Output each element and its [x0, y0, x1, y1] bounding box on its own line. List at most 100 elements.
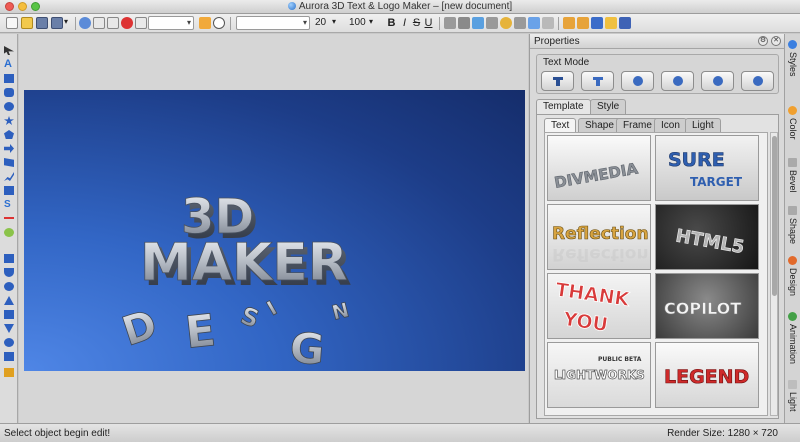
path-tool-icon[interactable]: [4, 186, 14, 195]
template-thumb[interactable]: SURE TARGET: [655, 135, 759, 201]
3d-text-scene[interactable]: 3D MAKER 3D MAKER D E S IGN: [24, 90, 525, 371]
template-thumb[interactable]: HTML5: [655, 204, 759, 270]
subtab-light[interactable]: Light: [685, 118, 721, 132]
undo-icon[interactable]: [79, 17, 91, 29]
text-mode-flat-button[interactable]: [541, 71, 574, 91]
font-size-field[interactable]: 20: [312, 16, 330, 30]
align-right-icon[interactable]: [472, 17, 484, 29]
bold-button[interactable]: B: [386, 17, 397, 29]
layer-icon[interactable]: [542, 17, 554, 29]
s-shape-tool-icon[interactable]: S: [4, 200, 14, 210]
special-tool-icon[interactable]: [4, 368, 14, 377]
template-thumb[interactable]: PUBLIC BETA LIGHTWORKS: [547, 342, 651, 408]
torus-tool-icon[interactable]: [4, 310, 14, 319]
text-mode-circle-icon: [673, 76, 683, 86]
select-arrow-icon[interactable]: [4, 46, 14, 55]
rounded-rect-tool-icon[interactable]: [4, 88, 14, 97]
align-left-icon[interactable]: [444, 17, 456, 29]
canvas-area[interactable]: 3D MAKER 3D MAKER DESIGN: [19, 34, 528, 423]
image-icon[interactable]: [528, 17, 540, 29]
tab-template[interactable]: Template: [536, 99, 591, 114]
template-preview: Reflection Reflection: [552, 224, 649, 264]
vtab-design[interactable]: Design: [785, 256, 800, 312]
tab-style[interactable]: Style: [590, 99, 627, 114]
edit-icon[interactable]: [135, 17, 147, 29]
pen-tool-icon[interactable]: [4, 172, 14, 181]
strikethrough-button[interactable]: S: [411, 17, 422, 29]
text-orientation-icon[interactable]: [563, 17, 575, 29]
shape-tool-icon[interactable]: [4, 158, 14, 167]
play-icon[interactable]: [213, 17, 225, 29]
vtab-color[interactable]: Color: [785, 106, 800, 154]
scrollbar-thumb[interactable]: [772, 136, 777, 296]
distribute-icon[interactable]: [486, 17, 498, 29]
save-menu-chevron-icon[interactable]: ▾: [64, 17, 72, 29]
vtab-shape[interactable]: Shape: [785, 206, 800, 254]
save-icon[interactable]: [36, 17, 48, 29]
gallery-scrollbar[interactable]: [770, 132, 778, 416]
template-thumb[interactable]: Reflection Reflection: [547, 204, 651, 270]
template-preview: LEGEND: [664, 366, 750, 389]
settings-icon[interactable]: ⚙: [758, 36, 768, 46]
template-thumb[interactable]: THANK YOU: [547, 273, 651, 339]
vtab-bevel[interactable]: Bevel: [785, 158, 800, 206]
subtab-text[interactable]: Text: [544, 118, 577, 132]
template-thumb[interactable]: COPILOT: [655, 273, 759, 339]
group-icon[interactable]: [514, 17, 526, 29]
cylinder-tool-icon[interactable]: [4, 268, 14, 277]
template-thumb[interactable]: DIVMEDIA: [547, 135, 651, 201]
sphere-tool-icon[interactable]: [4, 282, 14, 291]
arrow-shape-tool-icon[interactable]: [4, 144, 14, 153]
text-mode-extrude-button[interactable]: [581, 71, 614, 91]
render-icon[interactable]: [619, 17, 631, 29]
rotate-icon[interactable]: [500, 17, 512, 29]
italic-button[interactable]: I: [399, 17, 410, 29]
ellipse-tool-icon[interactable]: [4, 102, 14, 111]
cube-tool-icon[interactable]: [4, 254, 14, 263]
open-folder-icon[interactable]: [21, 17, 33, 29]
star-tool-icon[interactable]: [4, 116, 14, 125]
export-icon[interactable]: [591, 17, 603, 29]
font-size-chevron-icon[interactable]: ▾: [332, 17, 340, 29]
line-tool-icon[interactable]: [4, 217, 14, 219]
close-panel-icon[interactable]: ✕: [771, 36, 781, 46]
template-thumb[interactable]: LEGEND: [655, 342, 759, 408]
new-document-icon[interactable]: [6, 17, 18, 29]
font-selector[interactable]: ▾: [148, 16, 194, 30]
box-tool-icon[interactable]: [4, 352, 14, 361]
vtab-animation[interactable]: Animation: [785, 312, 800, 372]
text-mode-circle-button[interactable]: [661, 71, 694, 91]
polygon-tool-icon[interactable]: [4, 130, 14, 139]
subtab-shape[interactable]: Shape: [578, 118, 621, 132]
text-mode-sphere-button[interactable]: [741, 71, 774, 91]
styles-icon: [788, 40, 797, 49]
zoom-chevron-icon[interactable]: ▾: [369, 17, 377, 29]
subtab-icon[interactable]: Icon: [654, 118, 687, 132]
template-reflection: Reflection: [552, 244, 649, 264]
text-tool-icon[interactable]: A: [4, 59, 14, 70]
vtab-label: Color: [788, 118, 798, 140]
delete-icon[interactable]: [121, 17, 133, 29]
text-mode-arc-button[interactable]: [621, 71, 654, 91]
paste-icon[interactable]: [107, 17, 119, 29]
color-picker-icon[interactable]: [199, 17, 211, 29]
pyramid-tool-icon[interactable]: [4, 324, 14, 333]
cone-tool-icon[interactable]: [4, 296, 14, 305]
rectangle-tool-icon[interactable]: [4, 74, 14, 83]
gear-tool-icon[interactable]: [4, 338, 14, 347]
image-tool-icon[interactable]: [4, 228, 14, 237]
light-icon[interactable]: [605, 17, 617, 29]
render-stage[interactable]: 3D MAKER 3D MAKER DESIGN: [24, 90, 525, 371]
subtab-frame[interactable]: Frame: [616, 118, 659, 132]
vtab-styles[interactable]: Styles: [785, 40, 800, 96]
text-mode-wave-button[interactable]: [701, 71, 734, 91]
zoom-field[interactable]: 100: [346, 16, 368, 30]
copy-icon[interactable]: [93, 17, 105, 29]
vtab-light[interactable]: Light: [785, 380, 800, 420]
align-center-icon[interactable]: [458, 17, 470, 29]
save-as-icon[interactable]: [51, 17, 63, 29]
template-label: YOU: [561, 308, 609, 336]
underline-button[interactable]: U: [423, 17, 434, 29]
text-direction-icon[interactable]: [577, 17, 589, 29]
font-family-selector[interactable]: ▾: [236, 16, 310, 30]
